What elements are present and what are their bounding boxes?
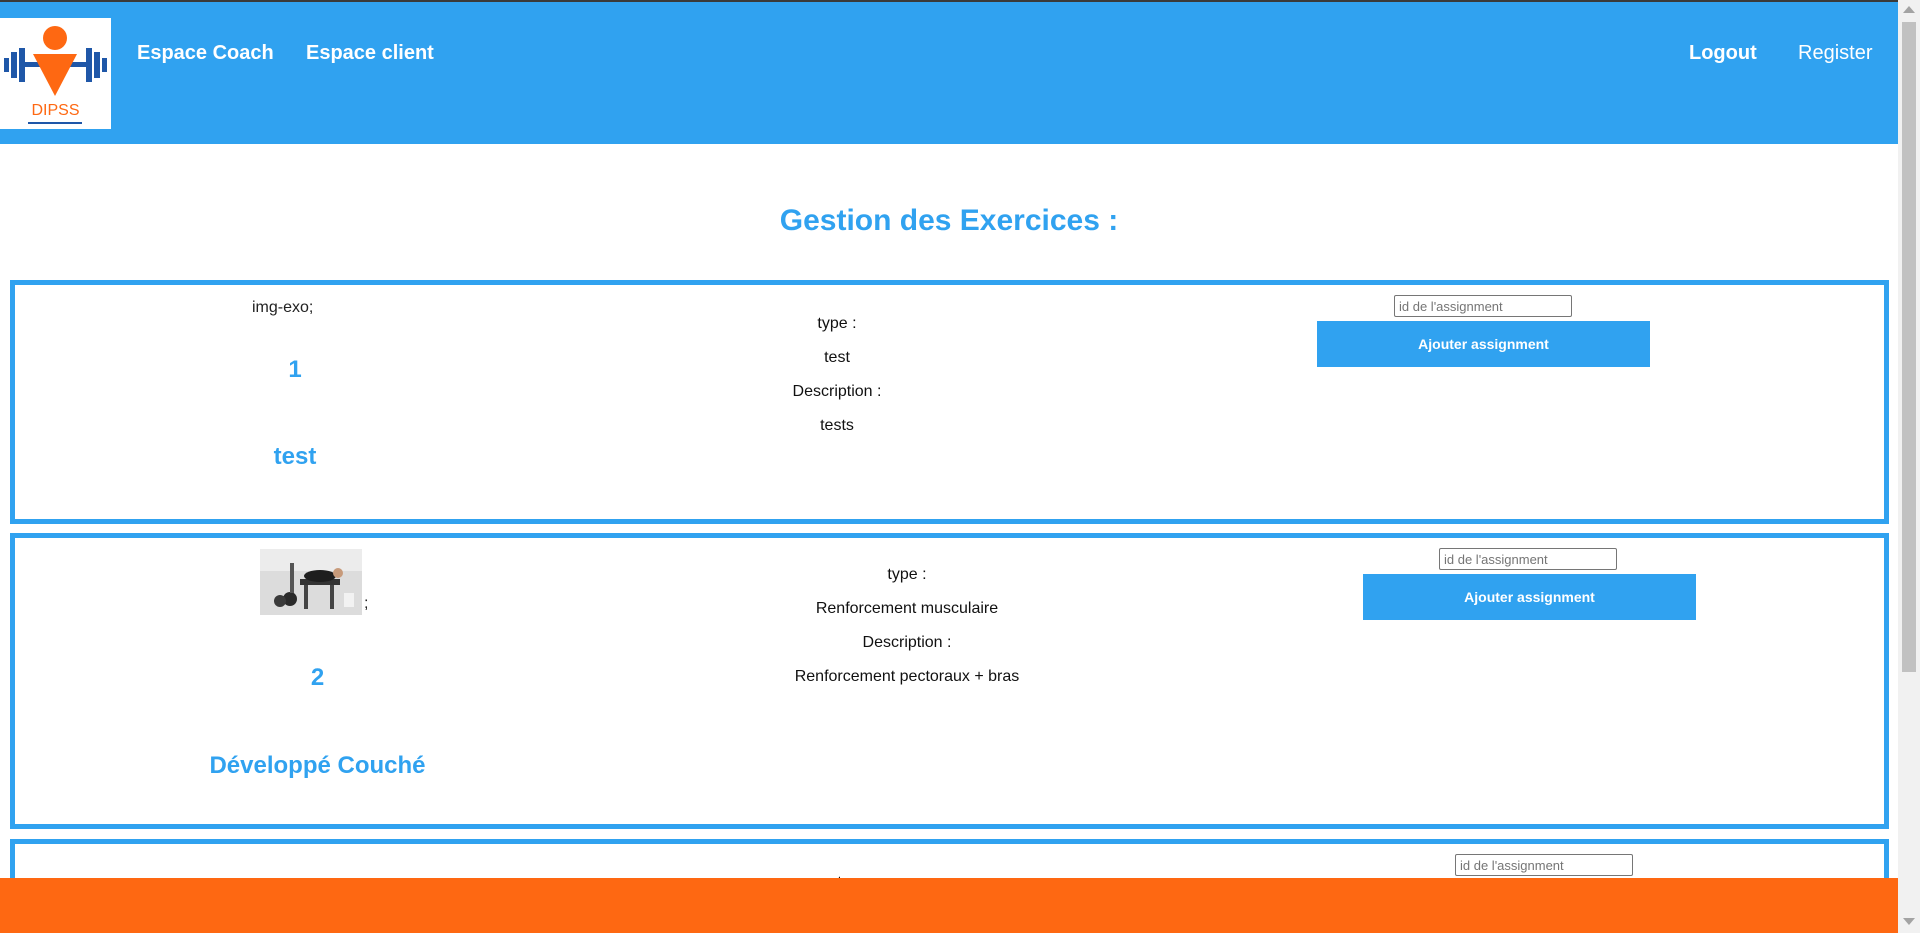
exercise-card: img-exo; 1 test type : test Description …: [10, 280, 1889, 524]
nav-espace-coach[interactable]: Espace Coach: [137, 42, 274, 65]
add-assignment-button[interactable]: Ajouter assignment: [1317, 321, 1650, 367]
exercise-image-suffix: ;: [364, 595, 369, 612]
exercise-info: img-exo; 1 test: [15, 285, 575, 519]
description-value: tests: [820, 417, 854, 434]
type-label: type :: [887, 566, 927, 583]
type-value: test: [824, 349, 850, 366]
type-value: Renforcement musculaire: [815, 600, 999, 617]
exercise-name: test: [273, 443, 317, 470]
footer: [0, 878, 1898, 933]
exercise-details: type : Renforcement musculaire Descripti…: [757, 558, 1057, 694]
exercise-name: Développé Couché: [209, 752, 426, 779]
exercise-image-placeholder: img-exo;: [252, 299, 313, 317]
nav-register[interactable]: Register: [1798, 42, 1872, 65]
exercise-image: [260, 549, 362, 615]
header: DIPSS Espace Coach Espace client Logout …: [0, 0, 1898, 144]
description-value: Renforcement pectoraux + bras: [794, 668, 1020, 685]
exercise-id: 2: [310, 664, 325, 691]
logo-text: DIPSS: [31, 102, 80, 119]
exercise-details: type : test Description : tests: [737, 307, 937, 443]
exercise-card: ; 2 Développé Couché type : Renforcement…: [10, 533, 1889, 829]
logo[interactable]: DIPSS: [0, 18, 111, 129]
exercise-id: 1: [288, 356, 302, 383]
description-label: Description :: [792, 383, 882, 400]
add-assignment-button[interactable]: Ajouter assignment: [1363, 574, 1696, 620]
scroll-up-icon[interactable]: [1903, 6, 1915, 13]
scroll-down-icon[interactable]: [1903, 918, 1915, 925]
assignment-id-input[interactable]: [1439, 548, 1617, 570]
bench-press-icon: [260, 549, 362, 615]
exercise-info: ; 2 Développé Couché: [15, 538, 620, 824]
exercise-image-alt: img-exo;: [252, 299, 314, 316]
scrollbar[interactable]: [1898, 0, 1920, 933]
page: DIPSS Espace Coach Espace client Logout …: [0, 0, 1898, 933]
description-label: Description :: [862, 634, 952, 651]
scrollbar-thumb[interactable]: [1902, 22, 1916, 672]
nav-espace-client[interactable]: Espace client: [306, 42, 434, 65]
assignment-id-input[interactable]: [1394, 295, 1572, 317]
assignment-id-input[interactable]: [1455, 854, 1633, 876]
type-label: type :: [817, 315, 857, 332]
nav-logout[interactable]: Logout: [1689, 42, 1757, 65]
page-title: Gestion des Exercices :: [779, 204, 1119, 237]
